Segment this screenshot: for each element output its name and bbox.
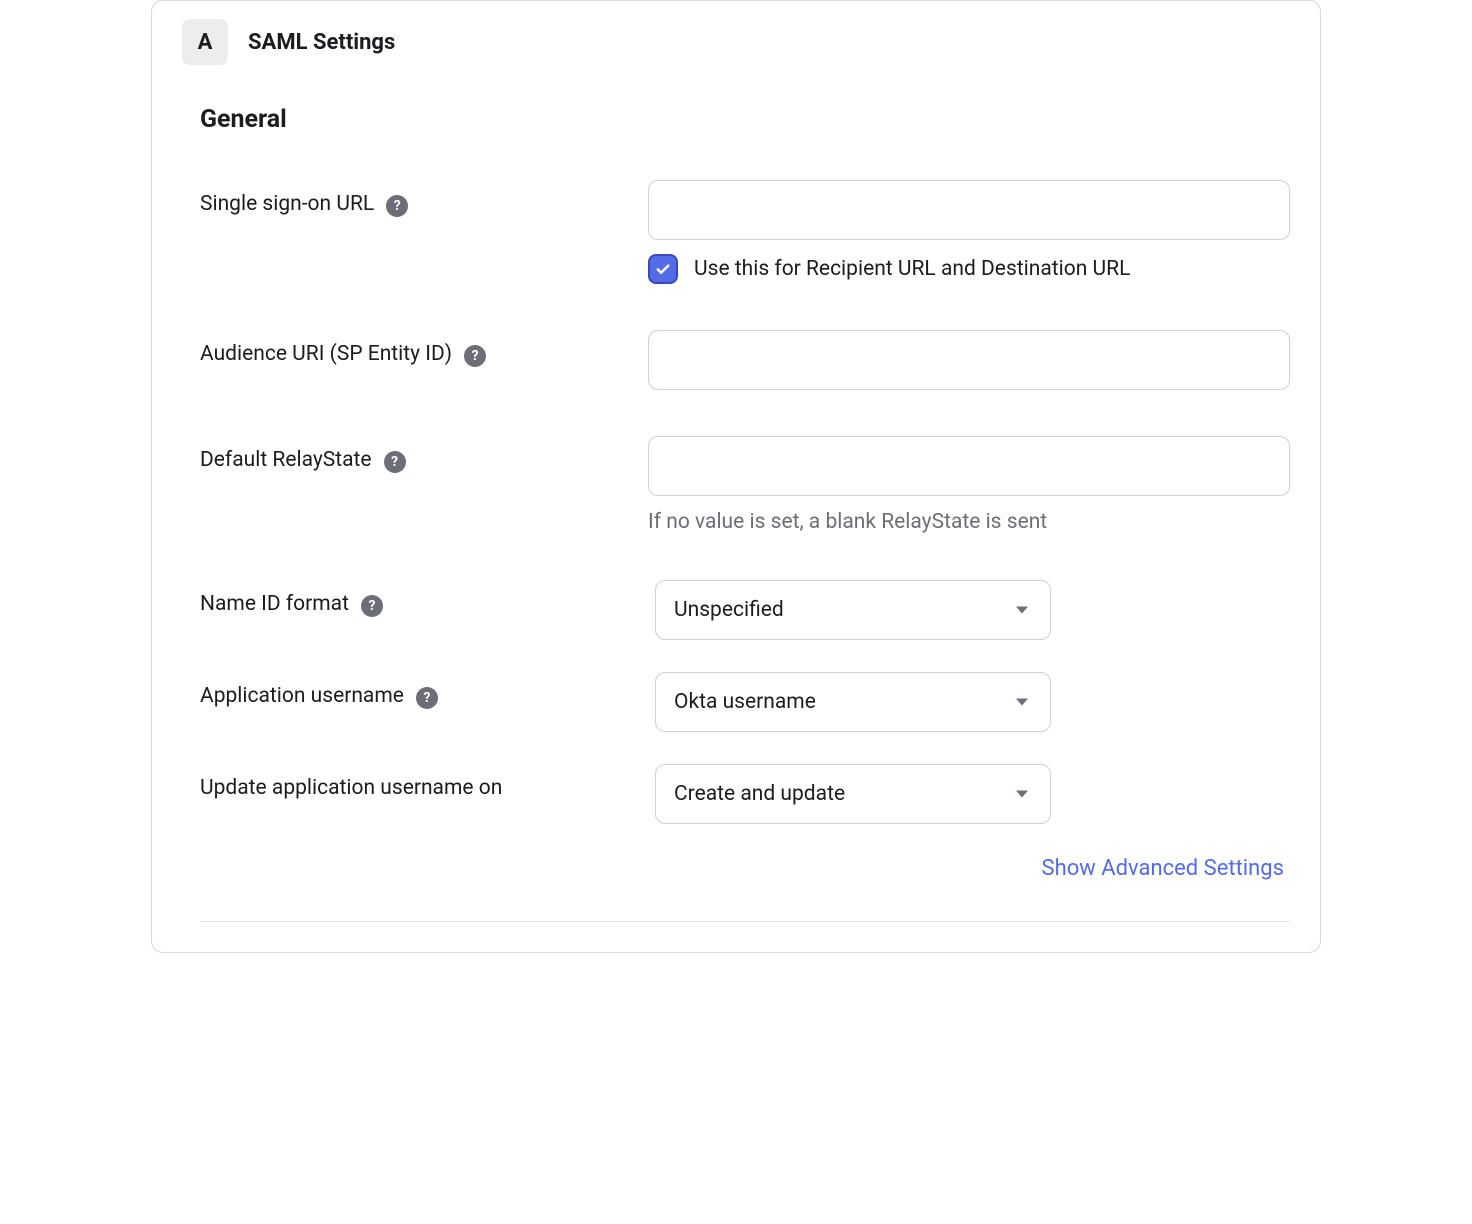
label-update-username-on: Update application username on [200, 764, 655, 824]
label-text-sso-url: Single sign-on URL [200, 192, 374, 216]
label-app-username: Application username ? [200, 672, 655, 732]
update-username-on-select[interactable]: Create and update [655, 764, 1051, 824]
sso-url-checkbox-line: Use this for Recipient URL and Destinati… [648, 254, 1290, 284]
label-text-default-relaystate: Default RelayState [200, 448, 372, 472]
app-username-selected: Okta username [674, 690, 816, 714]
row-audience-uri: Audience URI (SP Entity ID) ? [200, 330, 1290, 390]
show-advanced-settings-link[interactable]: Show Advanced Settings [1042, 856, 1284, 881]
field-col-sso-url: Use this for Recipient URL and Destinati… [648, 180, 1290, 284]
use-for-recipient-label: Use this for Recipient URL and Destinati… [694, 257, 1130, 281]
label-default-relaystate: Default RelayState ? [200, 436, 648, 534]
label-audience-uri: Audience URI (SP Entity ID) ? [200, 330, 648, 390]
saml-settings-panel: A SAML Settings General Single sign-on U… [151, 0, 1321, 953]
row-sso-url: Single sign-on URL ? Use this for Recipi… [200, 180, 1290, 284]
panel-title: SAML Settings [248, 30, 395, 55]
advanced-settings-row: Show Advanced Settings [200, 856, 1290, 881]
row-default-relaystate: Default RelayState ? If no value is set,… [200, 436, 1290, 534]
update-username-on-selected: Create and update [674, 782, 845, 806]
use-for-recipient-checkbox[interactable] [648, 254, 678, 284]
help-icon[interactable]: ? [416, 687, 438, 709]
label-text-audience-uri: Audience URI (SP Entity ID) [200, 342, 452, 366]
field-col-update-username-on: Create and update [655, 764, 1290, 824]
row-app-username: Application username ? Okta username [200, 672, 1290, 732]
chevron-down-icon [1016, 607, 1028, 614]
label-sso-url: Single sign-on URL ? [200, 180, 648, 284]
form-general: Single sign-on URL ? Use this for Recipi… [200, 180, 1290, 881]
help-icon[interactable]: ? [384, 451, 406, 473]
row-name-id-format: Name ID format ? Unspecified [200, 580, 1290, 640]
field-col-name-id-format: Unspecified [655, 580, 1290, 640]
panel-chip: A [182, 19, 228, 65]
label-text-app-username: Application username [200, 684, 404, 708]
default-relaystate-input[interactable] [648, 436, 1290, 496]
help-icon[interactable]: ? [386, 195, 408, 217]
chevron-down-icon [1016, 791, 1028, 798]
help-icon[interactable]: ? [361, 595, 383, 617]
label-text-name-id-format: Name ID format [200, 592, 349, 616]
section-divider [200, 921, 1290, 922]
panel-header: A SAML Settings [182, 19, 1290, 65]
field-col-app-username: Okta username [655, 672, 1290, 732]
audience-uri-input[interactable] [648, 330, 1290, 390]
checkmark-icon [654, 260, 672, 278]
field-col-default-relaystate: If no value is set, a blank RelayState i… [648, 436, 1290, 534]
chevron-down-icon [1016, 699, 1028, 706]
name-id-format-selected: Unspecified [674, 598, 784, 622]
label-name-id-format: Name ID format ? [200, 580, 655, 640]
app-username-select[interactable]: Okta username [655, 672, 1051, 732]
section-heading-general: General [200, 105, 1290, 134]
sso-url-input[interactable] [648, 180, 1290, 240]
row-update-username-on: Update application username on Create an… [200, 764, 1290, 824]
label-text-update-username-on: Update application username on [200, 776, 502, 800]
field-col-audience-uri [648, 330, 1290, 390]
name-id-format-select[interactable]: Unspecified [655, 580, 1051, 640]
default-relaystate-helper: If no value is set, a blank RelayState i… [648, 510, 1290, 534]
help-icon[interactable]: ? [464, 345, 486, 367]
